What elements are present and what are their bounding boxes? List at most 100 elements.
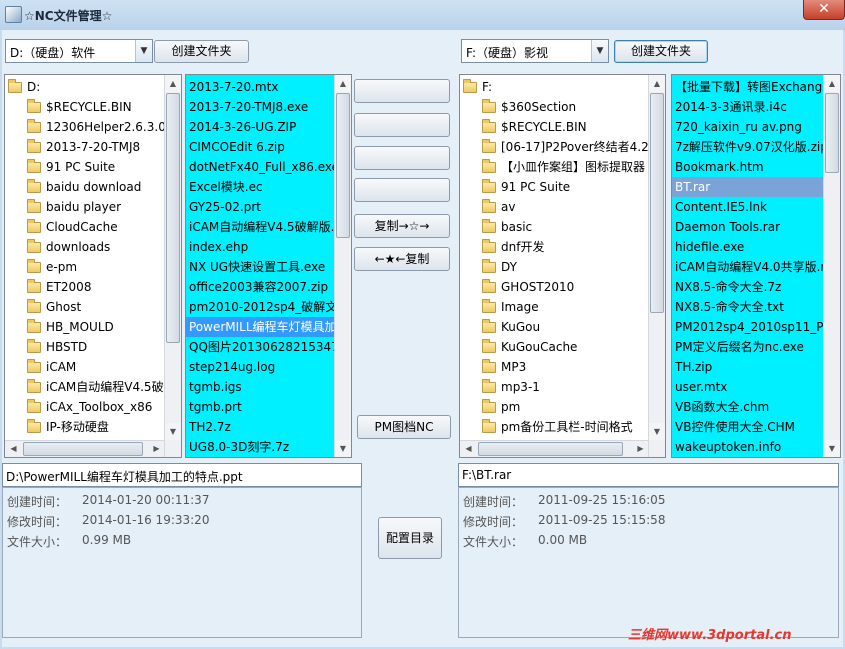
right-directory-list[interactable]: F: $360Section $RECYCLE.BIN [06-17]P2Pover终… xyxy=(459,74,666,458)
scroll-left-icon[interactable]: ◀ xyxy=(460,441,477,457)
file-item[interactable]: 2014-3-26-UG.ZIP xyxy=(186,117,338,137)
scroll-down-icon[interactable]: ▼ xyxy=(824,440,840,457)
folder-icon xyxy=(27,139,41,153)
left-directory-list[interactable]: D: $RECYCLE.BIN 12306Helper2.6.3.0 2013-7-2… xyxy=(4,74,182,458)
file-item[interactable]: PM定义后缀名为nc.exe xyxy=(672,337,825,357)
file-item[interactable]: iCAM自动编程V4.5破解版.rar xyxy=(186,217,351,237)
file-item[interactable]: tgmb.igs xyxy=(186,377,338,397)
file-item[interactable]: pm2010-2012sp4_破解文件 xyxy=(186,297,349,317)
blank-button-2[interactable] xyxy=(354,113,450,137)
file-item[interactable]: step214ug.log xyxy=(186,357,338,377)
file-item[interactable]: 720_kaixin_ru av.png xyxy=(672,117,825,137)
left-file-list[interactable]: 2013-7-20.mtx 2013-7-20-TMJ8.exe 2014-3-26… xyxy=(185,74,352,458)
folder-label: downloads xyxy=(46,240,111,254)
config-directory-button[interactable]: 配置目录 xyxy=(378,517,442,559)
left-create-folder-button[interactable]: 创建文件夹 xyxy=(154,40,249,63)
pm-nc-button[interactable]: PM图档NC xyxy=(357,415,451,439)
blank-button-4[interactable] xyxy=(354,178,450,202)
file-item[interactable]: 【批量下载】转图Exchange xyxy=(672,77,830,97)
scroll-down-icon[interactable]: ▼ xyxy=(649,423,665,440)
file-item[interactable]: office2003兼容2007.zip xyxy=(186,277,338,297)
folder-icon xyxy=(27,419,41,433)
file-item[interactable]: index.ehp xyxy=(186,237,338,257)
blank-button-3[interactable] xyxy=(354,146,450,170)
scroll-thumb[interactable] xyxy=(478,442,623,456)
file-item[interactable]: NX UG快速设置工具.exe xyxy=(186,257,338,277)
file-item[interactable]: UG8.0-3D刻字.7z xyxy=(186,437,338,457)
file-item[interactable]: USER-1.zip xyxy=(186,457,338,458)
file-item[interactable]: VB控件使用大全.CHM xyxy=(672,417,825,437)
folder-icon xyxy=(482,239,496,253)
file-item[interactable]: 7z解压软件v9.07汉化版.zip xyxy=(672,137,828,157)
file-item[interactable]: dotNetFx40_Full_x86.exe xyxy=(186,157,339,177)
file-item[interactable]: CIMCOEdit 6.zip xyxy=(186,137,338,157)
folder-icon xyxy=(27,339,41,353)
close-button[interactable]: ✕ xyxy=(803,0,845,20)
scroll-down-icon[interactable]: ▼ xyxy=(335,440,351,457)
file-item[interactable]: NX8.5-命令大全.7z xyxy=(672,277,825,297)
scroll-up-icon[interactable]: ▲ xyxy=(335,75,351,92)
file-item[interactable]: TH.zip xyxy=(672,357,825,377)
right-path-field[interactable]: F:\BT.rar xyxy=(458,463,839,487)
size-label: 文件大小： xyxy=(7,535,68,549)
file-item[interactable]: Content.IE5.lnk xyxy=(672,197,825,217)
folder-label: ET2008 xyxy=(46,280,92,294)
right-file-vscroll[interactable]: ▲ ▼ xyxy=(823,75,840,457)
file-item[interactable]: 2013-7-20-TMJ8.exe xyxy=(186,97,338,117)
scroll-thumb[interactable] xyxy=(23,442,143,456)
file-item[interactable]: GY25-02.prt xyxy=(186,197,338,217)
folder-label: basic xyxy=(501,220,533,234)
file-item[interactable]: iCAM自动编程V4.0共享版.rar xyxy=(672,257,838,277)
scroll-up-icon[interactable]: ▲ xyxy=(649,75,665,92)
folder-icon xyxy=(482,99,496,113)
right-dir-hscroll[interactable]: ◀ ▶ xyxy=(460,440,649,457)
scroll-up-icon[interactable]: ▲ xyxy=(824,75,840,92)
scroll-down-icon[interactable]: ▼ xyxy=(165,423,181,440)
left-file-info: 创建时间： 2014-01-20 00:11:37 修改时间： 2014-01-16… xyxy=(2,487,362,638)
copy-to-right-button[interactable]: 复制→☆→ xyxy=(354,214,450,238)
file-item[interactable]: tgmb.prt xyxy=(186,397,338,417)
left-drive-select[interactable]: D:（硬盘）软件 ▼ xyxy=(5,39,153,63)
left-path-field[interactable]: D:\PowerMILL编程车灯模具加工的特点.ppt xyxy=(2,463,362,487)
file-item[interactable]: hidefile.exe xyxy=(672,237,825,257)
scroll-up-icon[interactable]: ▲ xyxy=(165,75,181,92)
file-item[interactable]: VB函数大全.chm xyxy=(672,397,825,417)
file-item[interactable]: 2013-7-20.mtx xyxy=(186,77,338,97)
scroll-left-icon[interactable]: ◀ xyxy=(5,441,22,457)
folder-label: av xyxy=(501,200,516,214)
file-item[interactable]: Daemon Tools.rar xyxy=(672,217,825,237)
chevron-down-icon[interactable]: ▼ xyxy=(591,40,608,62)
scroll-right-icon[interactable]: ▶ xyxy=(632,441,649,457)
file-item[interactable]: PM2012sp4_2010sp11_PM xyxy=(672,317,834,337)
right-dir-vscroll[interactable]: ▲ ▼ xyxy=(648,75,665,457)
file-item[interactable]: Bookmark.htm xyxy=(672,157,825,177)
blank-button-1[interactable] xyxy=(354,79,450,103)
folder-icon xyxy=(482,119,496,133)
copy-to-left-button[interactable]: ←★←复制 xyxy=(354,247,450,271)
right-modified-line: 修改时间： 2011-09-25 15:15:58 xyxy=(463,513,665,530)
right-drive-select[interactable]: F:（硬盘）影视 ▼ xyxy=(461,39,609,63)
left-dir-vscroll[interactable]: ▲ ▼ xyxy=(164,75,181,457)
left-dir-hscroll[interactable]: ◀ ▶ xyxy=(5,440,165,457)
folder-label: pm备份工具栏-时间格式 xyxy=(501,420,633,434)
scroll-thumb[interactable] xyxy=(650,93,664,313)
file-item[interactable]: PowerMILL编程车灯模具加工的特点.ppt xyxy=(186,317,351,337)
file-item[interactable]: Excel模块.ec xyxy=(186,177,338,197)
file-item[interactable]: wakeuptoken.info xyxy=(672,437,825,457)
file-item[interactable]: WIN7+XP系统字体.7z xyxy=(672,457,825,458)
scroll-thumb[interactable] xyxy=(336,93,350,238)
scroll-right-icon[interactable]: ▶ xyxy=(148,441,165,457)
right-create-folder-button[interactable]: 创建文件夹 xyxy=(614,40,708,63)
scroll-thumb[interactable] xyxy=(825,93,839,173)
file-item[interactable]: BT.rar xyxy=(672,177,825,197)
right-file-list[interactable]: 【批量下载】转图Exchange 2014-3-3通讯录.i4c 720_kaixi… xyxy=(671,74,841,458)
file-item[interactable]: NX8.5-命令大全.txt xyxy=(672,297,825,317)
file-item[interactable]: user.mtx xyxy=(672,377,825,397)
scroll-thumb[interactable] xyxy=(166,93,180,343)
chevron-down-icon[interactable]: ▼ xyxy=(135,40,152,62)
file-item[interactable]: 2014-3-3通讯录.i4c xyxy=(672,97,825,117)
file-item[interactable]: TH2.7z xyxy=(186,417,338,437)
file-item[interactable]: QQ图片20130628215347.jpg xyxy=(186,337,351,357)
left-file-vscroll[interactable]: ▲ ▼ xyxy=(334,75,351,457)
folder-icon xyxy=(8,79,22,93)
